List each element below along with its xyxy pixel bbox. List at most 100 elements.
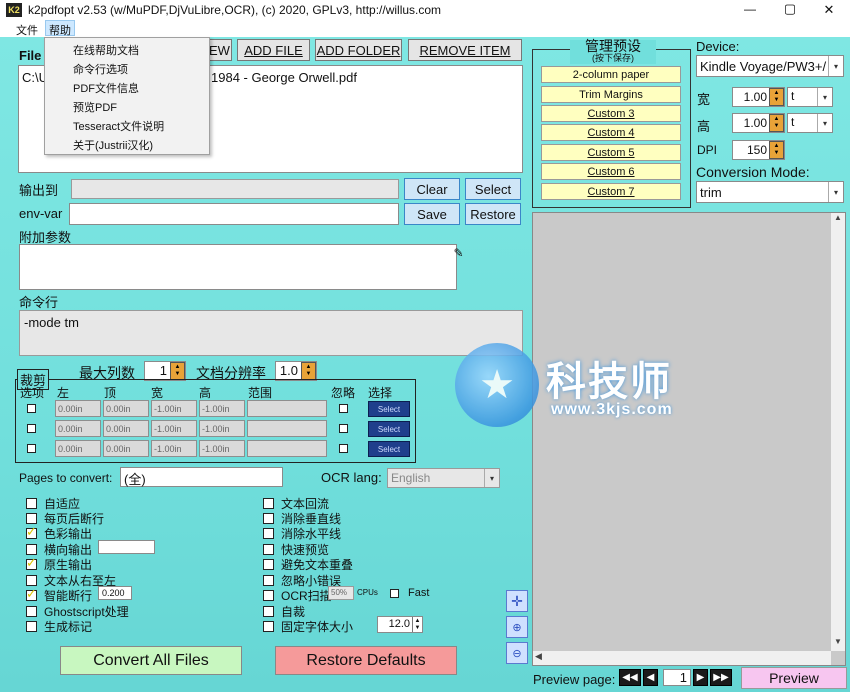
preview-button[interactable]: Preview xyxy=(741,667,847,689)
option-erase-horizontal[interactable]: 消除水平线 xyxy=(263,525,341,542)
option-erase-vertical-checkbox[interactable] xyxy=(263,513,274,524)
preset-custom-3[interactable]: Custom 3 xyxy=(541,105,681,122)
preview-area[interactable] xyxy=(532,212,846,666)
option-break-after-page-checkbox[interactable] xyxy=(26,513,37,524)
option-native-checkbox[interactable]: ✓ xyxy=(26,555,37,570)
clear-button[interactable]: Clear xyxy=(404,178,460,200)
preview-horizontal-scrollbar[interactable]: ◀ xyxy=(533,651,831,665)
crop-row-2-select-button[interactable]: Select xyxy=(368,421,410,437)
preview-page-field[interactable]: 1 xyxy=(663,669,691,686)
crop-row-3-left[interactable]: 0.00in xyxy=(55,440,101,457)
convert-all-button[interactable]: Convert All Files xyxy=(60,646,242,675)
option-auto-crop-checkbox[interactable] xyxy=(263,606,274,617)
scroll-down-icon[interactable]: ▼ xyxy=(831,637,845,651)
crop-row-1-enable-checkbox[interactable] xyxy=(27,404,36,413)
option-adaptive-checkbox[interactable] xyxy=(26,498,37,509)
font-size-field[interactable]: 12.0 ▲ ▼ xyxy=(377,616,423,633)
ocr-fast-checkbox[interactable] xyxy=(390,589,399,598)
option-native[interactable]: ✓ 原生输出 xyxy=(26,555,92,573)
option-avoid-overlap[interactable]: 避免文本重叠 xyxy=(263,556,353,573)
menu-item-tesseract-info[interactable]: Tesseract文件说明 xyxy=(45,116,209,135)
option-ignore-errors-checkbox[interactable] xyxy=(263,575,274,586)
option-reflow-checkbox[interactable] xyxy=(263,498,274,509)
height-unit-select[interactable]: t ▾ xyxy=(787,113,833,133)
crop-row-3-enable-checkbox[interactable] xyxy=(27,444,36,453)
pages-field[interactable]: (全) xyxy=(120,467,283,487)
width-field[interactable]: 1.00 ▲ ▼ xyxy=(732,87,785,107)
crop-row-1-top[interactable]: 0.00in xyxy=(103,400,149,417)
crop-row-3-ignore-checkbox[interactable] xyxy=(339,444,348,453)
crop-row-3-width[interactable]: -1.00in xyxy=(151,440,197,457)
chevron-down-icon[interactable]: ▾ xyxy=(828,56,843,76)
extra-args-field[interactable] xyxy=(19,244,457,290)
dpi-spinner[interactable]: ▲ ▼ xyxy=(769,141,784,159)
crop-row-2-ignore-checkbox[interactable] xyxy=(339,424,348,433)
crop-row-2-top[interactable]: 0.00in xyxy=(103,420,149,437)
remove-item-button[interactable]: REMOVE ITEM xyxy=(408,39,522,61)
menu-item-about[interactable]: 关于(Justrii汉化) xyxy=(45,135,209,154)
scroll-up-icon[interactable]: ▲ xyxy=(831,213,845,227)
option-ocr-checkbox[interactable] xyxy=(263,590,274,601)
option-fast-preview-checkbox[interactable] xyxy=(263,544,274,555)
menu-file[interactable]: 文件 xyxy=(16,22,38,38)
menu-item-preview-pdf[interactable]: 预览PDF xyxy=(45,97,209,116)
option-color-output-checkbox[interactable]: ✓ xyxy=(26,524,37,539)
view-button[interactable]: EW xyxy=(207,39,232,61)
add-folder-button[interactable]: ADD FOLDER xyxy=(315,39,402,61)
menu-help[interactable]: 帮助 xyxy=(45,20,75,37)
close-button[interactable]: ✕ xyxy=(817,2,841,18)
height-spinner[interactable]: ▲ ▼ xyxy=(769,114,784,132)
smart-break-field[interactable]: 0.200 xyxy=(98,586,132,600)
preset-2-column[interactable]: 2-column paper xyxy=(541,66,681,83)
crop-row-2-enable-checkbox[interactable] xyxy=(27,424,36,433)
option-smart-break-checkbox[interactable]: ✓ xyxy=(26,586,37,601)
preset-custom-7[interactable]: Custom 7 xyxy=(541,183,681,200)
minimize-button[interactable]: — xyxy=(738,2,762,18)
crop-row-3-select-button[interactable]: Select xyxy=(368,441,410,457)
menu-item-cmdline-options[interactable]: 命令行选项 xyxy=(45,59,209,78)
edit-icon[interactable]: ✎ xyxy=(451,246,466,261)
width-unit-select[interactable]: t ▾ xyxy=(787,87,833,107)
maximize-button[interactable]: ▢ xyxy=(778,1,802,17)
file-list-item[interactable]: 1984 - George Orwell.pdf xyxy=(211,70,357,85)
option-color-output[interactable]: ✓ 色彩输出 xyxy=(26,524,92,542)
zoom-out-icon[interactable]: ⊖ xyxy=(506,642,528,664)
chevron-down-icon[interactable]: ▾ xyxy=(484,469,499,487)
crop-row-1-ignore-checkbox[interactable] xyxy=(339,404,348,413)
output-field[interactable] xyxy=(71,179,399,199)
envvar-field[interactable] xyxy=(69,203,399,225)
crop-row-2-width[interactable]: -1.00in xyxy=(151,420,197,437)
restore-defaults-button[interactable]: Restore Defaults xyxy=(275,646,457,675)
option-smart-break[interactable]: ✓ 智能断行 xyxy=(26,586,92,604)
crop-row-2-range[interactable] xyxy=(247,420,327,437)
preset-custom-4[interactable]: Custom 4 xyxy=(541,124,681,141)
crop-row-1-left[interactable]: 0.00in xyxy=(55,400,101,417)
option-markup-checkbox[interactable] xyxy=(26,621,37,632)
preview-vertical-scrollbar[interactable]: ▲ ▼ xyxy=(831,213,845,651)
resolution-spinner[interactable]: ▲ ▼ xyxy=(301,362,316,380)
ocr-lang-select[interactable]: English ▾ xyxy=(387,468,500,488)
option-right-to-left-checkbox[interactable] xyxy=(26,575,37,586)
device-select[interactable]: Kindle Voyage/PW3+/ ▾ xyxy=(696,55,844,77)
option-erase-horizontal-checkbox[interactable] xyxy=(263,528,274,539)
menu-item-pdf-info[interactable]: PDF文件信息 xyxy=(45,78,209,97)
add-file-button[interactable]: ADD FILE xyxy=(237,39,310,61)
preset-custom-5[interactable]: Custom 5 xyxy=(541,144,681,161)
dpi-field[interactable]: 150 ▲ ▼ xyxy=(732,140,785,160)
chevron-down-icon[interactable]: ▾ xyxy=(817,88,832,106)
option-ocr[interactable]: OCR扫描 xyxy=(263,587,332,604)
crop-row-1-range[interactable] xyxy=(247,400,327,417)
first-page-button[interactable]: ◀◀ xyxy=(619,669,641,686)
preset-trim-margins[interactable]: Trim Margins xyxy=(541,86,681,103)
columns-field[interactable]: 1 ▲ ▼ xyxy=(144,361,186,381)
option-markup[interactable]: 生成标记 xyxy=(26,618,92,635)
crop-row-1-width[interactable]: -1.00in xyxy=(151,400,197,417)
last-page-button[interactable]: ▶▶ xyxy=(710,669,732,686)
next-page-button[interactable]: ▶ xyxy=(693,669,708,686)
option-fixed-font-size[interactable]: 固定字体大小 xyxy=(263,618,353,635)
preset-custom-6[interactable]: Custom 6 xyxy=(541,163,681,180)
option-ghostscript-checkbox[interactable] xyxy=(26,606,37,617)
prev-page-button[interactable]: ◀ xyxy=(643,669,658,686)
menu-item-online-help[interactable]: 在线帮助文档 xyxy=(45,40,209,59)
crop-row-2-height[interactable]: -1.00in xyxy=(199,420,245,437)
